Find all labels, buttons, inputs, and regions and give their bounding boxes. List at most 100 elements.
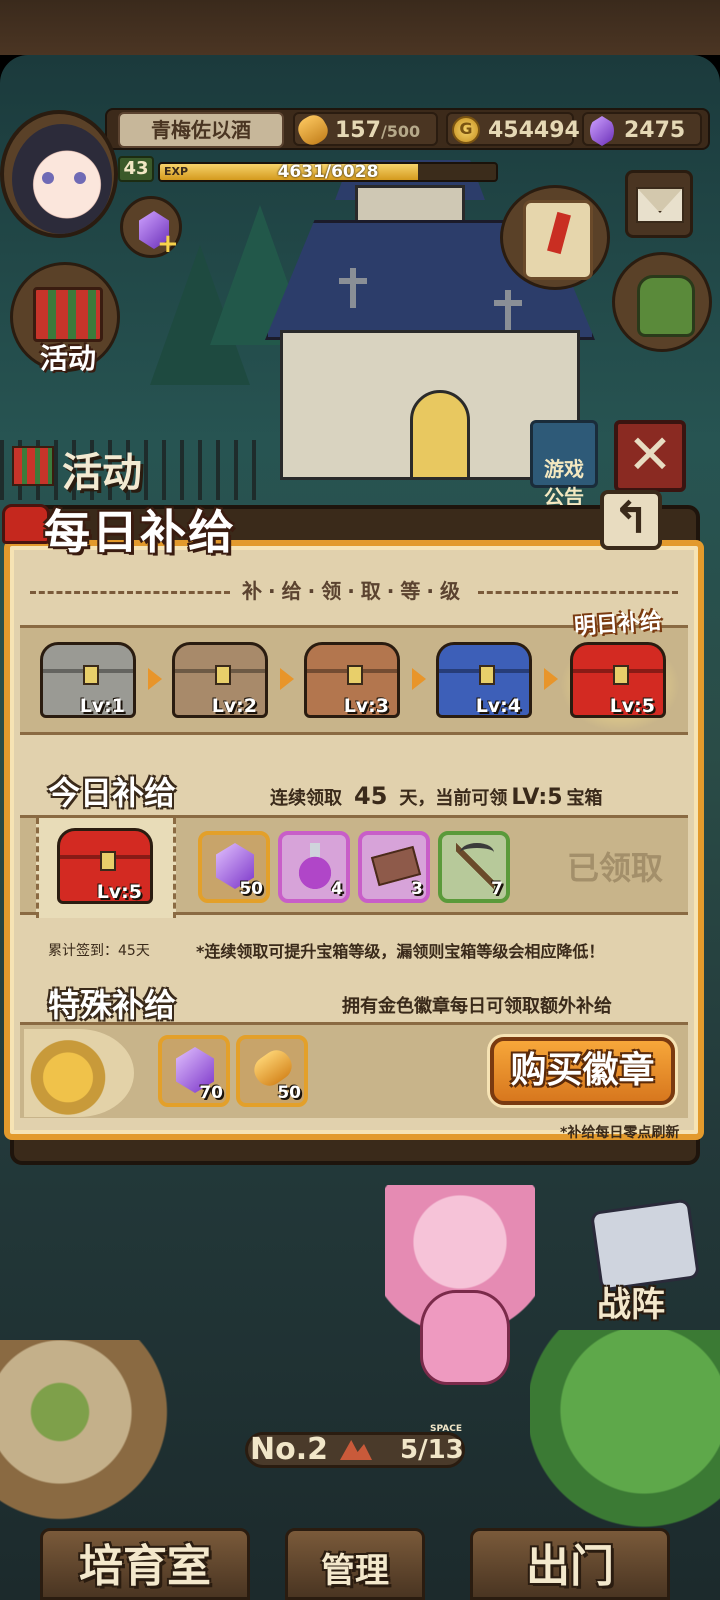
- reward-item-pickaxe[interactable]: 7: [438, 831, 510, 903]
- activity-tab[interactable]: 活动: [12, 440, 172, 496]
- game-notice-button[interactable]: 游戏 公告: [530, 420, 598, 509]
- chest-icon: [2, 504, 50, 544]
- reward-item-potion[interactable]: 4: [278, 831, 350, 903]
- item-quantity: 3: [411, 879, 423, 899]
- chest-level-label: Lv:5: [609, 695, 655, 717]
- buy-badge-button[interactable]: 购买徽章: [490, 1037, 675, 1105]
- exp-text: 4631/6028: [277, 162, 379, 182]
- item-quantity: 4: [331, 879, 343, 899]
- nav-breeding-room[interactable]: 培育室: [40, 1528, 250, 1600]
- player-level: 43: [118, 156, 154, 182]
- streak-suffix: 宝箱: [566, 788, 603, 809]
- gem-value: 2475: [624, 118, 686, 143]
- arrow-right-icon: [412, 668, 426, 690]
- avatar[interactable]: [0, 110, 118, 238]
- reward-item-gem[interactable]: 50: [198, 831, 270, 903]
- chest-level-label: Lv:3: [343, 695, 389, 717]
- coin-counter[interactable]: G 454494: [446, 112, 580, 146]
- player-name[interactable]: 青梅佐以酒: [118, 112, 284, 148]
- reward-item-ticket[interactable]: 3: [358, 831, 430, 903]
- buy-gems-button[interactable]: +: [120, 196, 182, 259]
- item-quantity: 50: [239, 879, 263, 899]
- room-number-prefix: No.: [250, 1432, 308, 1467]
- nav-manage[interactable]: 管理: [285, 1528, 425, 1600]
- pickaxe-icon: [456, 843, 494, 889]
- panel-title: 每日补给: [44, 505, 236, 559]
- streak-level: LV:5: [511, 785, 563, 810]
- cross-icon: [494, 290, 522, 330]
- chest-level-label: Lv:4: [475, 695, 521, 717]
- arrow-right-icon: [148, 668, 162, 690]
- claimed-button[interactable]: 已领取: [550, 840, 680, 896]
- bread-counter[interactable]: 157/500: [293, 110, 438, 150]
- panel-title-bar: 每日补给: [0, 496, 280, 559]
- today-chest: Lv:5: [57, 828, 153, 904]
- special-item-gem[interactable]: 70: [158, 1035, 230, 1107]
- formation-label: 战阵: [597, 1285, 665, 1325]
- item-quantity: 50: [277, 1083, 301, 1103]
- back-arrow-icon: ↰: [612, 493, 650, 544]
- gift-icon: [33, 287, 103, 342]
- chest-lv5: Lv:5: [570, 642, 666, 718]
- close-button[interactable]: ✕: [614, 420, 686, 492]
- mail-button[interactable]: [625, 170, 693, 238]
- bread-icon: [293, 110, 333, 150]
- special-supply-row: 70 50 购买徽章: [20, 1022, 688, 1118]
- chest-level-label: Lv:5: [96, 881, 142, 903]
- special-supply-title: 特殊补给: [48, 986, 177, 1024]
- close-icon: ✕: [627, 423, 673, 486]
- arrow-right-icon: [280, 668, 294, 690]
- coin-value: 454494: [488, 118, 580, 143]
- nav-go-out[interactable]: 出门: [470, 1528, 670, 1600]
- gem-icon: [590, 116, 614, 146]
- streak-days: 45: [354, 782, 388, 810]
- game-screen: 青梅佐以酒 157/500 G 454494 2475 43 EXP 4631/…: [0, 0, 720, 1600]
- top-frame: [0, 0, 720, 55]
- item-quantity: 7: [491, 879, 503, 899]
- scroll-icon: [523, 200, 593, 280]
- game-notice-label: 游戏 公告: [544, 457, 584, 509]
- backpack-icon: [637, 275, 695, 337]
- bread-value: 157: [335, 118, 381, 143]
- room-number: No.2: [250, 1432, 328, 1469]
- chest-lv1: Lv:1: [40, 642, 136, 718]
- streak-prefix: 连续领取: [270, 788, 342, 809]
- gold-badge-art: [24, 1029, 134, 1117]
- event-label: 活动: [39, 342, 96, 375]
- today-supply-title: 今日补给: [48, 774, 177, 812]
- plus-icon: +: [157, 229, 179, 259]
- back-button[interactable]: ↰: [600, 490, 662, 550]
- event-button[interactable]: 活动: [10, 262, 120, 375]
- special-item-bread[interactable]: 50: [236, 1035, 308, 1107]
- activity-tab-label: 活动: [62, 450, 142, 496]
- special-supply-description: 拥有金色徽章每日可领取额外补给: [342, 996, 612, 1017]
- today-chest-cell: Lv:5: [36, 818, 176, 918]
- chest-level-label: Lv:1: [79, 695, 125, 717]
- formation-button[interactable]: 战阵: [575, 1195, 715, 1340]
- gem-counter[interactable]: 2475: [582, 112, 702, 146]
- chest-lv2: Lv:2: [172, 642, 268, 718]
- tree-bush: [530, 1330, 720, 1530]
- cross-icon: [339, 268, 367, 308]
- arrow-right-icon: [544, 668, 558, 690]
- church-door: [410, 390, 470, 480]
- quest-scroll-button[interactable]: [500, 185, 610, 290]
- backpack-button[interactable]: [612, 252, 712, 352]
- chest-level-row: Lv:1 Lv:2 Lv:3 Lv:4 Lv:5: [20, 625, 688, 735]
- total-signin-days: 累计签到：45天: [48, 943, 150, 959]
- bread-max: /500: [380, 122, 421, 141]
- item-quantity: 70: [199, 1083, 223, 1103]
- pink-character-body: [420, 1290, 510, 1385]
- refresh-note: *补给每日零点刷新: [560, 1125, 680, 1141]
- envelope-icon: [636, 187, 684, 223]
- chest-lv3: Lv:3: [304, 642, 400, 718]
- exp-bar: EXP 4631/6028: [158, 162, 498, 182]
- streak-middle: 天，当前可领: [399, 788, 508, 809]
- coin-icon: G: [452, 116, 480, 144]
- gift-icon: [12, 446, 54, 486]
- nest-decoration: [0, 1340, 200, 1520]
- avatar-portrait: [12, 124, 112, 234]
- streak-tip: *连续领取可提升宝箱等级，漏领则宝箱等级会相应降低！: [196, 942, 605, 961]
- today-reward-row: Lv:5 50 4 3 7 已领取: [20, 815, 688, 918]
- potion-icon: [296, 843, 334, 889]
